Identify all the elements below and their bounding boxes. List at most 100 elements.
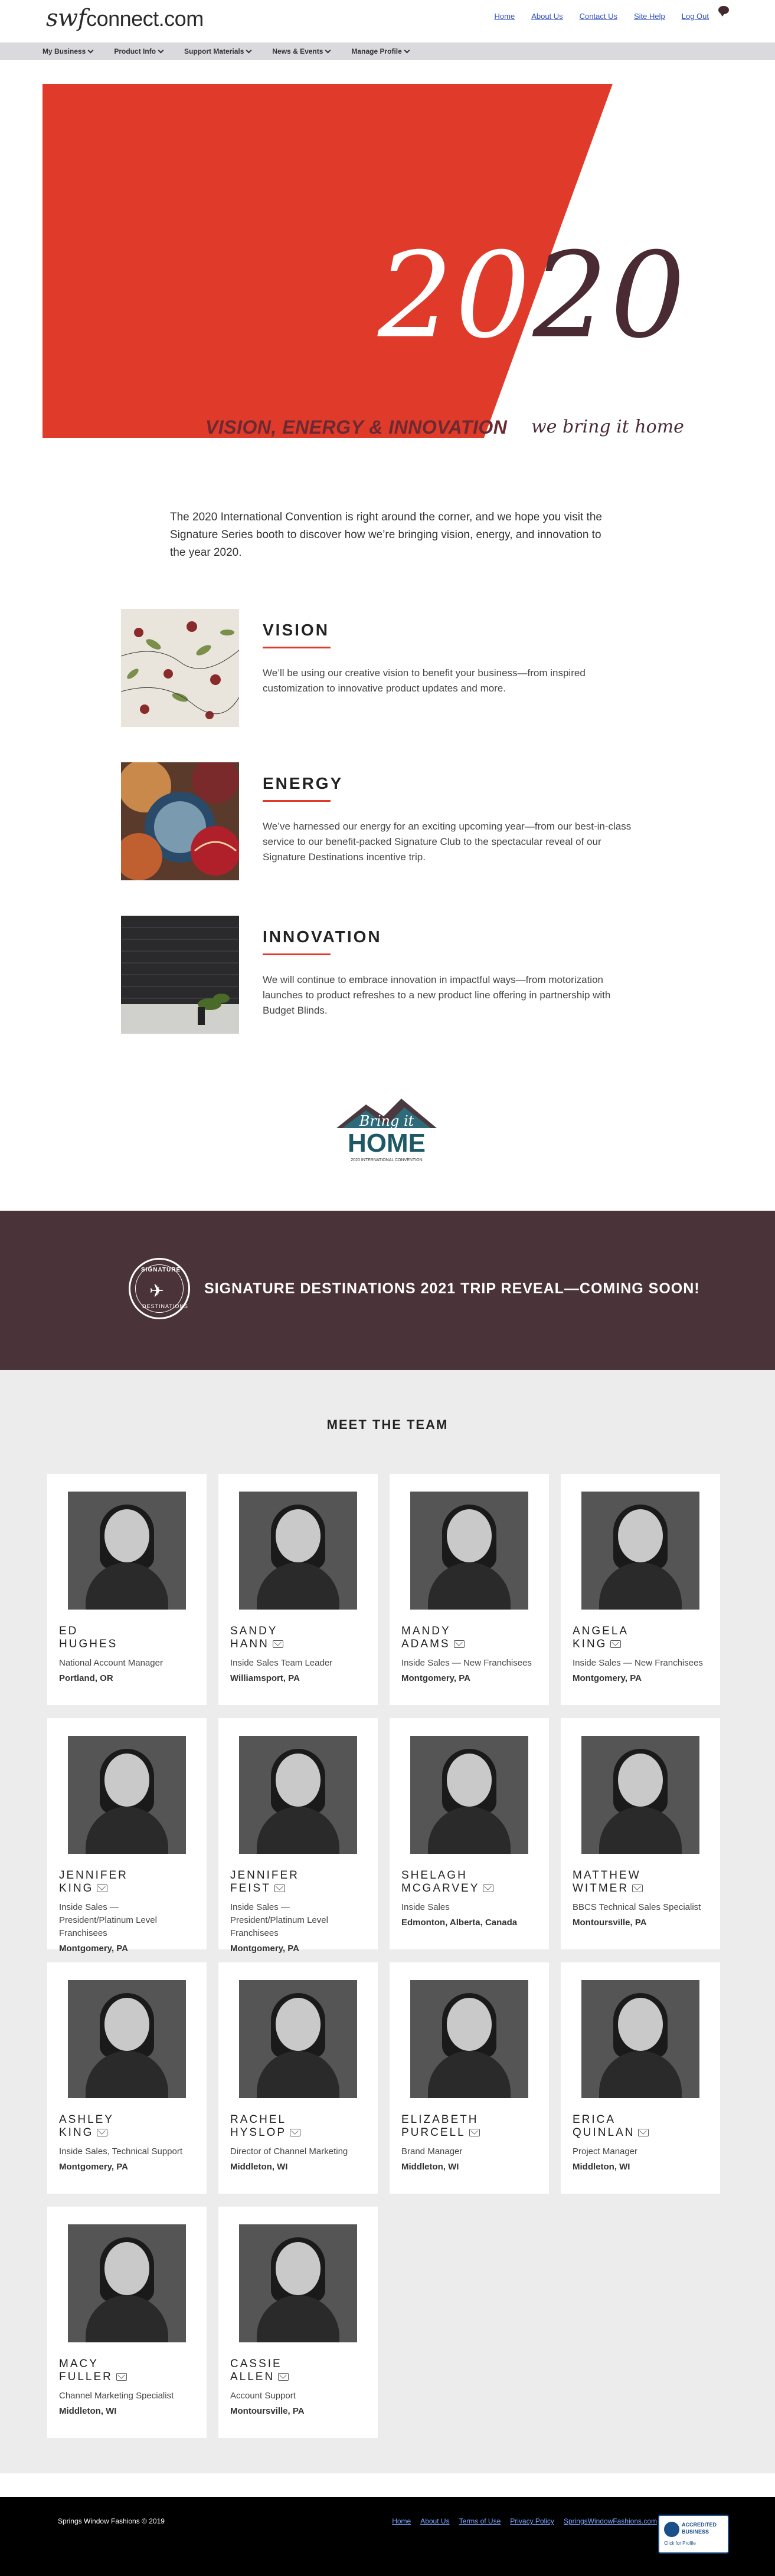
email-icon[interactable] bbox=[638, 2129, 649, 2137]
email-icon[interactable] bbox=[116, 2373, 127, 2381]
logo-swf: swf bbox=[46, 5, 87, 32]
team-location: Middleton, WI bbox=[59, 2406, 117, 2416]
nav-label: News & Events bbox=[272, 47, 323, 55]
email-icon[interactable] bbox=[97, 2129, 108, 2137]
team-photo bbox=[410, 1980, 528, 2098]
team-card: JENNIFER FEIST Inside Sales — President/P… bbox=[218, 1718, 378, 1954]
team-location: Portland, OR bbox=[59, 1673, 113, 1683]
email-icon[interactable] bbox=[610, 1640, 622, 1648]
team-location: Montgomery, PA bbox=[59, 1944, 128, 1954]
hero-tagline: VISION, ENERGY & INNOVATION bbox=[205, 417, 508, 438]
bbb-accredited-badge[interactable]: ACCREDITED BUSINESS Click for Profile bbox=[658, 2515, 729, 2554]
nav-news-events[interactable]: News & Events bbox=[272, 47, 331, 55]
nav-label: Manage Profile bbox=[351, 47, 402, 55]
team-role: National Account Manager bbox=[59, 1658, 163, 1668]
team-card: SHELAGH MCGARVEY Inside Sales Edmonton, Al… bbox=[390, 1718, 549, 1949]
team-role: Inside Sales bbox=[401, 1902, 450, 1912]
email-icon[interactable] bbox=[272, 1640, 283, 1648]
site-logo[interactable]: swfconnect.com bbox=[46, 5, 204, 32]
team-photo bbox=[239, 1980, 357, 2098]
email-icon[interactable] bbox=[632, 1885, 643, 1893]
feature-energy: ENERGY We’ve harnessed our energy for an… bbox=[0, 762, 775, 880]
footer-link-privacy[interactable]: Privacy Policy bbox=[510, 2517, 554, 2525]
feature-vision: VISION We’ll be using our creative visio… bbox=[0, 609, 775, 727]
innovation-image bbox=[121, 916, 239, 1034]
email-icon[interactable] bbox=[97, 1885, 108, 1893]
email-icon[interactable] bbox=[278, 2373, 289, 2381]
nav-label: My Business bbox=[42, 47, 86, 55]
team-role: Director of Channel Marketing bbox=[230, 2146, 348, 2157]
team-name: ED HUGHES bbox=[59, 1625, 118, 1650]
team-card: ELIZABETH PURCELL Brand Manager Middleton,… bbox=[390, 1962, 549, 2194]
hero-year-white: 20 bbox=[378, 227, 533, 365]
top-link-about[interactable]: About Us bbox=[531, 12, 563, 21]
team-photo bbox=[581, 1736, 699, 1854]
top-link-logout[interactable]: Log Out bbox=[682, 12, 709, 21]
energy-image bbox=[121, 762, 239, 880]
hero-banner: 2020 VISION, ENERGY & INNOVATION we brin… bbox=[0, 60, 775, 450]
email-icon[interactable] bbox=[290, 2129, 301, 2137]
nav-manage-profile[interactable]: Manage Profile bbox=[351, 47, 410, 55]
team-name: ELIZABETH PURCELL bbox=[401, 2113, 537, 2139]
footer-link-swf[interactable]: SpringsWindowFashions.com bbox=[564, 2517, 657, 2525]
bbb-line1: ACCREDITED bbox=[682, 2522, 717, 2528]
bbb-line3: Click for Profile bbox=[664, 2541, 696, 2546]
intro-paragraph: The 2020 International Convention is rig… bbox=[170, 511, 602, 559]
site-header: swfconnect.com Home About Us Contact Us … bbox=[0, 0, 775, 42]
team-card: RACHEL HYSLOP Director of Channel Marketi… bbox=[218, 1962, 378, 2194]
team-role: Project Manager bbox=[573, 2146, 638, 2157]
chevron-down-icon bbox=[404, 47, 410, 53]
nav-label: Product Info bbox=[114, 47, 156, 55]
team-photo bbox=[581, 1980, 699, 2098]
team-name: ERICA QUINLAN bbox=[573, 2113, 708, 2139]
chevron-down-icon bbox=[158, 47, 164, 53]
team-location: Montgomery, PA bbox=[59, 2162, 128, 2172]
team-name: CASSIE ALLEN bbox=[230, 2358, 366, 2384]
team-location: Montoursville, PA bbox=[573, 1918, 647, 1928]
top-link-contact[interactable]: Contact Us bbox=[580, 12, 617, 21]
bring-home-caption: 2020 INTERNATIONAL CONVENTION bbox=[351, 1158, 422, 1162]
team-location: Middleton, WI bbox=[573, 2162, 630, 2172]
footer-link-about[interactable]: About Us bbox=[420, 2517, 449, 2525]
team-role: Inside Sales — New Franchisees bbox=[401, 1658, 532, 1668]
signature-destinations-badge: SIGNATURE ✈ DESTINATIONS bbox=[129, 1258, 190, 1319]
team-title: MEET THE TEAM bbox=[326, 1417, 449, 1432]
footer-link-home[interactable]: Home bbox=[392, 2517, 411, 2525]
team-grid: ED HUGHES National Account Manager Portlan… bbox=[47, 1474, 775, 2438]
hero-subtagline: we bring it home bbox=[531, 417, 684, 437]
team-location: Montoursville, PA bbox=[230, 2406, 305, 2416]
trip-reveal-banner: SIGNATURE ✈ DESTINATIONS SIGNATURE DESTI… bbox=[0, 1211, 775, 1370]
team-location: Montgomery, PA bbox=[573, 1673, 642, 1683]
team-name: SHELAGH MCGARVEY bbox=[401, 1869, 537, 1895]
nav-support-materials[interactable]: Support Materials bbox=[184, 47, 252, 55]
bring-it-home-logo: Bring it HOME 2020 INTERNATIONAL CONVENT… bbox=[336, 1099, 437, 1162]
email-icon[interactable] bbox=[469, 2129, 480, 2137]
team-photo bbox=[68, 2224, 186, 2342]
nav-my-business[interactable]: My Business bbox=[42, 47, 94, 55]
nav-product-info[interactable]: Product Info bbox=[114, 47, 164, 55]
team-role: BBCS Technical Sales Specialist bbox=[573, 1902, 701, 1912]
chat-bubble-icon[interactable] bbox=[718, 6, 729, 17]
team-card: JENNIFER KING Inside Sales — President/Pl… bbox=[47, 1718, 207, 1954]
team-role: Inside Sales, Technical Support bbox=[59, 2146, 183, 2157]
team-name: ASHLEY KING bbox=[59, 2113, 114, 2139]
footer-links: Home About Us Terms of Use Privacy Polic… bbox=[392, 2517, 657, 2525]
team-location: Williamsport, PA bbox=[230, 1673, 300, 1683]
team-card: MACY FULLER Channel Marketing Specialist M… bbox=[47, 2207, 207, 2438]
feature-title: VISION bbox=[263, 621, 329, 639]
email-icon[interactable] bbox=[483, 1885, 494, 1893]
email-icon[interactable] bbox=[453, 1640, 465, 1648]
team-location: Montgomery, PA bbox=[230, 1944, 299, 1954]
top-link-help[interactable]: Site Help bbox=[634, 12, 665, 21]
email-icon[interactable] bbox=[274, 1885, 285, 1893]
team-name: MATTHEW WITMER bbox=[573, 1869, 708, 1895]
footer-link-terms[interactable]: Terms of Use bbox=[459, 2517, 501, 2525]
feature-divider bbox=[263, 953, 331, 955]
team-role: Channel Marketing Specialist bbox=[59, 2391, 174, 2401]
team-section: MEET THE TEAM ED HUGHES National Account … bbox=[0, 1370, 775, 2473]
hero-year-dark: 20 bbox=[532, 227, 688, 365]
feature-text: We’ll be using our creative vision to be… bbox=[263, 667, 586, 694]
team-name: SANDY HANN bbox=[230, 1625, 366, 1651]
top-link-home[interactable]: Home bbox=[495, 12, 515, 21]
team-photo bbox=[410, 1492, 528, 1610]
